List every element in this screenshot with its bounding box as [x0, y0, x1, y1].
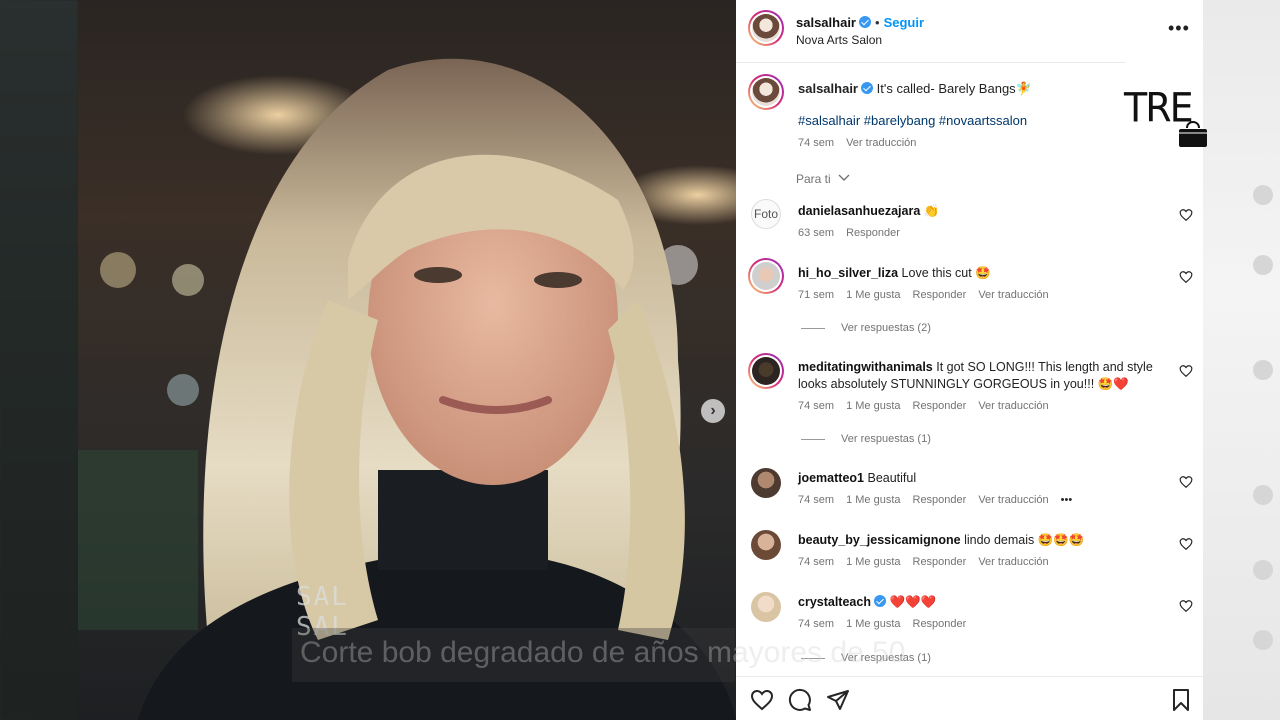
- heart-icon[interactable]: [1179, 599, 1193, 613]
- avatar[interactable]: [748, 10, 784, 46]
- caption-emoji: 🧚: [1015, 81, 1032, 96]
- post-photo[interactable]: SAL SAL: [78, 0, 736, 720]
- avatar[interactable]: [748, 353, 784, 389]
- comment-more-icon[interactable]: •••: [1061, 494, 1073, 506]
- verified-icon: [859, 16, 871, 28]
- subtitle-text: Corte bob degradado de años mayores de 5…: [300, 636, 906, 669]
- comment-username[interactable]: beauty_by_jessicamignone: [798, 533, 961, 547]
- comment-text: danielasanhuezajara 👏: [798, 203, 1168, 220]
- heart-icon[interactable]: [1179, 475, 1193, 489]
- likes-count[interactable]: 1 Me gusta: [846, 289, 900, 301]
- translate-link[interactable]: Ver traducción: [846, 137, 916, 149]
- comment-filter[interactable]: Para ti: [796, 172, 850, 186]
- translate-link[interactable]: Ver traducción: [978, 400, 1048, 412]
- caption-time: 74 sem: [798, 137, 835, 149]
- view-replies-button[interactable]: Ver respuestas (2): [801, 322, 931, 334]
- heart-icon[interactable]: [1179, 270, 1193, 284]
- caption-hashtags[interactable]: #salsalhair #barelybang #novaartssalon: [798, 113, 1027, 128]
- likes-count[interactable]: 1 Me gusta: [846, 618, 900, 630]
- bookmark-icon[interactable]: [1169, 688, 1193, 712]
- reply-button[interactable]: Responder: [913, 400, 967, 412]
- verified-icon: [861, 82, 873, 94]
- reply-button[interactable]: Responder: [913, 494, 967, 506]
- post-header: salsalhair • Seguir Nova Arts Salon •••: [736, 0, 1203, 62]
- comment-text: joematteo1 Beautiful: [798, 471, 917, 485]
- heart-icon[interactable]: [1179, 537, 1193, 551]
- caption-username[interactable]: salsalhair: [798, 81, 858, 96]
- reply-button[interactable]: Responder: [913, 289, 967, 301]
- comment-meta: 63 sem Responder: [798, 227, 912, 239]
- likes-count[interactable]: 1 Me gusta: [846, 556, 900, 568]
- comment-emoji: ❤️❤️❤️: [889, 595, 937, 609]
- separator: •: [875, 15, 880, 30]
- divider: [736, 676, 1203, 677]
- comment-text: crystalteach ❤️❤️❤️: [798, 594, 1168, 611]
- comment-meta: 74 sem 1 Me gusta Responder: [798, 618, 967, 630]
- avatar[interactable]: [748, 74, 784, 110]
- comment-meta: 71 sem 1 Me gusta Responder Ver traducción: [798, 289, 1049, 301]
- heart-icon[interactable]: [750, 688, 774, 712]
- share-icon[interactable]: [826, 688, 850, 712]
- comment-meta: 74 sem 1 Me gusta Responder Ver traducción: [798, 400, 1049, 412]
- reply-button[interactable]: Responder: [913, 618, 967, 630]
- view-replies-button[interactable]: Ver respuestas (1): [801, 433, 931, 445]
- post-location[interactable]: Nova Arts Salon: [796, 33, 882, 47]
- heart-icon[interactable]: [1179, 208, 1193, 222]
- comment-icon[interactable]: [788, 688, 812, 712]
- translate-link[interactable]: Ver traducción: [978, 556, 1048, 568]
- avatar[interactable]: [748, 258, 784, 294]
- divider: [736, 62, 1126, 63]
- comment-emoji: 👏: [923, 204, 940, 218]
- comment-emoji: 🤩: [975, 266, 991, 280]
- background-right-blur: [1203, 0, 1280, 720]
- comment-username[interactable]: meditatingwithanimals: [798, 360, 933, 374]
- more-icon[interactable]: •••: [1168, 18, 1190, 39]
- comment-meta: 74 sem 1 Me gusta Responder Ver traducción •…: [798, 494, 1073, 506]
- caption-meta: 74 sem Ver traducción: [798, 137, 928, 149]
- action-bar: [736, 684, 1203, 720]
- likes-count[interactable]: 1 Me gusta: [846, 400, 900, 412]
- translate-link[interactable]: Ver traducción: [978, 494, 1048, 506]
- comment-username[interactable]: joematteo1: [798, 471, 864, 485]
- likes-count[interactable]: 1 Me gusta: [846, 494, 900, 506]
- comment-text: meditatingwithanimals It got SO LONG!!! …: [798, 360, 1153, 391]
- follow-button[interactable]: Seguir: [884, 15, 924, 30]
- comment-time: 63 sem: [798, 227, 835, 239]
- comment-meta: 74 sem 1 Me gusta Responder Ver traducción: [798, 556, 1049, 568]
- background-left-blur: [0, 0, 78, 720]
- reply-button[interactable]: Responder: [913, 556, 967, 568]
- caption-text: It's called- Barely Bangs: [876, 81, 1016, 96]
- reply-button[interactable]: Responder: [846, 227, 900, 239]
- comment-username[interactable]: danielasanhuezajara: [798, 204, 920, 218]
- translate-link[interactable]: Ver traducción: [978, 289, 1048, 301]
- avatar[interactable]: [751, 592, 781, 622]
- verified-icon: [873, 595, 886, 607]
- avatar[interactable]: [751, 530, 781, 560]
- heart-icon[interactable]: [1179, 364, 1193, 378]
- comment-text: beauty_by_jessicamignone lindo demais 🤩🤩…: [798, 533, 1085, 547]
- comment-text: hi_ho_silver_liza Love this cut 🤩: [798, 266, 991, 280]
- comment-emoji: 🤩❤️: [1097, 377, 1129, 391]
- chevron-down-icon: [838, 174, 850, 181]
- avatar[interactable]: Foto: [751, 199, 781, 229]
- next-arrow-icon[interactable]: ›: [701, 399, 725, 423]
- comment-username[interactable]: crystalteach: [798, 595, 871, 609]
- comment-username[interactable]: hi_ho_silver_liza: [798, 266, 898, 280]
- caption: salsalhair It's called- Barely Bangs🧚: [798, 80, 1178, 98]
- portrait-illustration: [78, 58, 736, 720]
- post-username[interactable]: salsalhair: [796, 15, 856, 30]
- shopping-bag-icon: [1179, 121, 1207, 147]
- comment-emoji: 🤩🤩🤩: [1037, 533, 1085, 547]
- avatar[interactable]: [751, 468, 781, 498]
